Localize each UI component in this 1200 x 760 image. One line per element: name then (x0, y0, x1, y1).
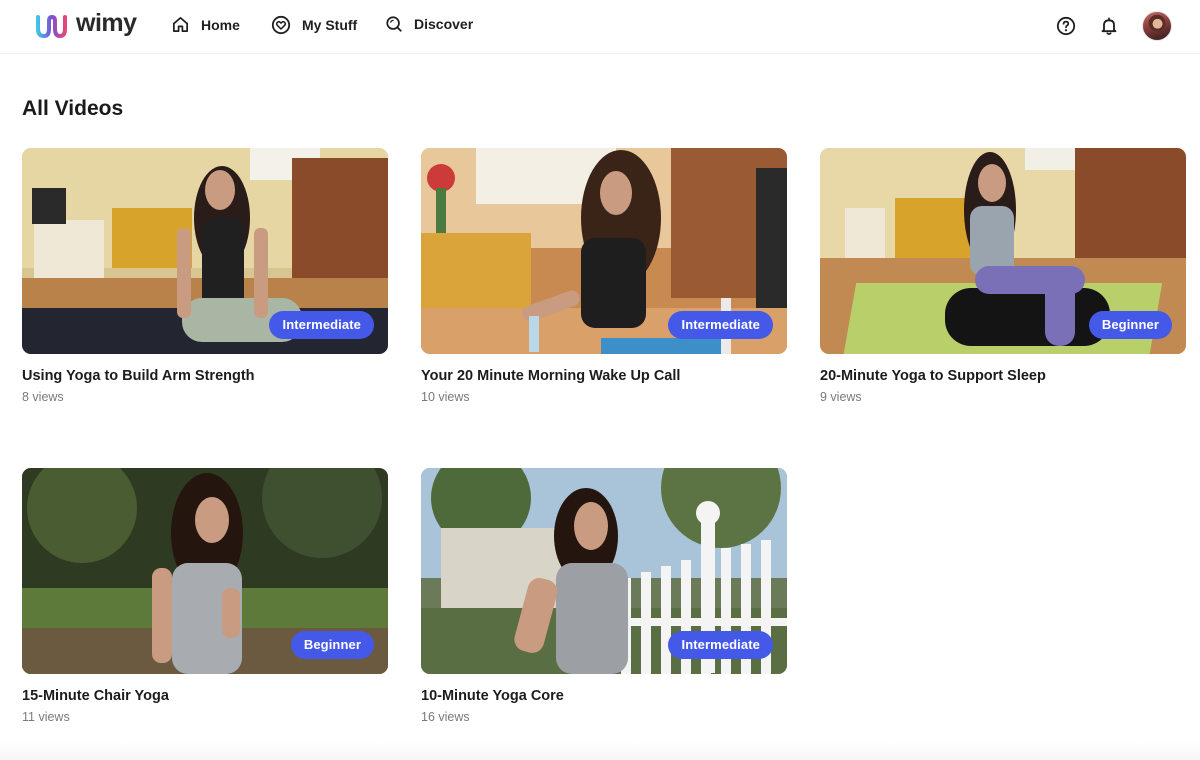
nav-my-stuff[interactable]: My Stuff (271, 15, 357, 35)
help-button[interactable] (1056, 16, 1076, 36)
difficulty-badge: Beginner (1088, 311, 1172, 339)
video-views: 8 views (22, 390, 64, 404)
nav-discover-label: Discover (414, 16, 474, 32)
difficulty-badge: Intermediate (668, 311, 773, 339)
video-views: 11 views (22, 710, 70, 724)
difficulty-badge: Beginner (290, 631, 374, 659)
video-card[interactable]: Intermediate 10-Minute Yoga Core 16 view… (421, 468, 787, 724)
heart-circle-icon (271, 15, 291, 35)
user-avatar[interactable] (1142, 11, 1172, 41)
video-card[interactable]: Beginner 15-Minute Chair Yoga 11 views (22, 468, 388, 724)
nav-home-label: Home (201, 16, 240, 33)
brand-name: wimy (76, 9, 137, 37)
notifications-button[interactable] (1099, 16, 1119, 36)
video-thumbnail[interactable]: Beginner (820, 148, 1186, 354)
help-icon (1056, 16, 1076, 36)
brand-logo[interactable]: wimy (34, 9, 137, 40)
video-title[interactable]: 20-Minute Yoga to Support Sleep (820, 368, 1186, 384)
nav-home[interactable]: Home (171, 15, 240, 34)
video-thumbnail[interactable]: Intermediate (421, 148, 787, 354)
wimy-logo-icon (36, 14, 67, 38)
video-card[interactable]: Intermediate Using Yoga to Build Arm Str… (22, 148, 388, 404)
difficulty-badge: Intermediate (269, 311, 374, 339)
difficulty-badge: Intermediate (668, 631, 773, 659)
video-title[interactable]: 15-Minute Chair Yoga (22, 688, 388, 704)
video-views: 10 views (421, 390, 470, 404)
video-views: 16 views (421, 710, 470, 724)
nav-discover[interactable]: Discover (385, 15, 473, 33)
bell-icon (1101, 17, 1117, 35)
bottom-fade (0, 742, 1200, 760)
video-thumbnail[interactable]: Intermediate (22, 148, 388, 354)
video-thumbnail[interactable]: Beginner (22, 468, 388, 674)
video-card[interactable]: Intermediate Your 20 Minute Morning Wake… (421, 148, 787, 404)
video-title[interactable]: 10-Minute Yoga Core (421, 688, 787, 704)
video-views: 9 views (820, 390, 862, 404)
nav-my-stuff-label: My Stuff (302, 17, 358, 33)
home-icon (172, 16, 189, 33)
page-title: All Videos (22, 97, 124, 120)
top-navigation: wimy Home My Stuff Discover (0, 0, 1200, 54)
video-title[interactable]: Using Yoga to Build Arm Strength (22, 368, 388, 384)
video-card[interactable]: Beginner 20-Minute Yoga to Support Sleep… (820, 148, 1186, 404)
video-title[interactable]: Your 20 Minute Morning Wake Up Call (421, 368, 787, 384)
video-thumbnail[interactable]: Intermediate (421, 468, 787, 674)
search-icon (386, 16, 402, 32)
